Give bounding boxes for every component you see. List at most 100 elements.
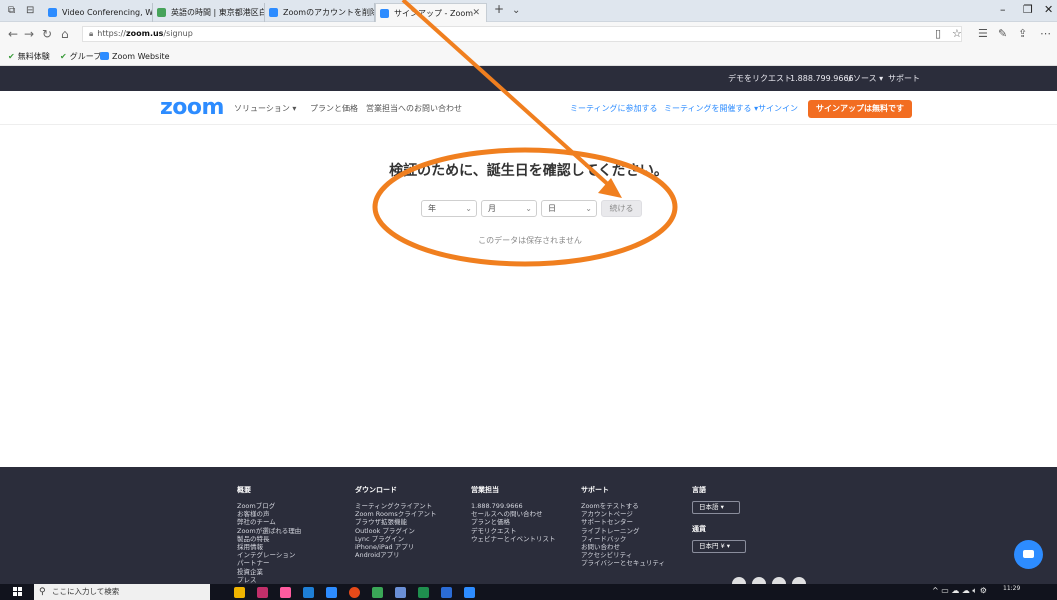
back-icon[interactable]: ← [8,27,18,41]
new-tab-icon[interactable]: + [494,2,504,16]
edge-icon[interactable] [303,587,314,598]
footer-link[interactable]: Lync プラグイン [355,535,436,543]
footer-link[interactable]: Zoomブログ [237,502,301,510]
footer-link[interactable]: 採用情報 [237,543,301,551]
app-icon[interactable] [418,587,429,598]
footer-link[interactable]: ライブトレーニング [581,527,665,535]
resources-menu[interactable]: リソース ▾ [845,73,883,84]
host-meeting-label: ミーティングを開催する [664,104,752,113]
footer-link[interactable]: プランと価格 [471,518,556,526]
taskbar-clock[interactable]: 11:29 [1003,585,1020,592]
pen-icon[interactable]: ✎ [998,27,1007,40]
footer-link[interactable]: プレス [237,576,301,584]
support-link[interactable]: サポート [888,73,920,84]
footer-link[interactable]: アクセシビリティ [581,551,665,559]
system-tray[interactable]: ^ ▭ ☁ ☁ 🔈︎ ⚙ [932,586,987,596]
url-field[interactable]: 🔒︎ https://zoom.us/signup [82,26,962,42]
footer-link[interactable]: 1.888.799.9666 [471,502,556,510]
footer-link[interactable]: ウェビナーとイベントリスト [471,535,556,543]
home-icon[interactable]: ⌂ [61,27,69,41]
tab-list-chevron-icon[interactable]: ⌄ [512,4,520,18]
footer-link[interactable]: ミーティングクライアント [355,502,436,510]
browser-tab-active[interactable]: サインアップ - Zoom ✕ [375,3,487,22]
footer-link[interactable]: ブラウザ拡張機能 [355,518,436,526]
browser-tab-0[interactable]: Video Conferencing, Web C [44,3,153,22]
zoom-top-bar: デモをリクエスト 1.888.799.9666 リソース ▾ サポート [0,66,1057,91]
close-window-icon[interactable]: ✕ [1044,3,1053,16]
drive-icon[interactable] [372,587,383,598]
language-select[interactable]: 日本語 ▾ [692,501,740,514]
taskbar-search-box[interactable]: ⚲ ここに入力して検索 [34,584,210,600]
resources-label: リソース [845,74,877,83]
currency-select[interactable]: 日本円 ¥ ▾ [692,540,746,553]
bookmark-item[interactable]: ✔ グループ [60,51,101,63]
sign-in-link[interactable]: サインイン [758,103,798,114]
windows-start-icon[interactable] [13,587,23,597]
search-icon: ⚲ [39,587,46,597]
chat-support-button[interactable] [1014,540,1043,569]
footer-link[interactable]: Zoomをテストする [581,502,665,510]
social-icon[interactable] [792,577,806,584]
footer-link[interactable]: お問い合わせ [581,543,665,551]
zoom-app-icon[interactable] [464,587,475,598]
footer-link[interactable]: iPhone/iPad アプリ [355,543,436,551]
favorites-list-icon[interactable]: ☰ [978,27,988,40]
minimize-icon[interactable]: – [1000,3,1006,16]
signup-free-button[interactable]: サインアップは無料です [808,100,912,118]
word-icon[interactable] [441,587,452,598]
footer-link[interactable]: Zoomが選ばれる理由 [237,527,301,535]
footer-link[interactable]: Outlook プラグイン [355,527,436,535]
browser-tab-2[interactable]: Zoomのアカウントを削除する方 [265,3,375,22]
footer-link[interactable]: 製品の特長 [237,535,301,543]
favorite-star-icon[interactable]: ☆ [952,27,962,40]
zoom-favicon-icon [380,9,389,18]
footer-link[interactable]: Androidアプリ [355,551,436,559]
social-icon[interactable] [752,577,766,584]
footer-link[interactable]: 投資企業 [237,568,301,576]
footer-link[interactable]: プライバシーとセキュリティ [581,559,665,567]
join-meeting-link[interactable]: ミーティングに参加する [570,103,658,114]
reading-view-icon[interactable]: ▯ [935,27,941,40]
footer-column-about: 概要 Zoomブログ お客様の声 弊社のチーム Zoomが選ばれる理由 製品の特… [237,485,301,584]
zoom-logo[interactable]: zoom [160,96,224,120]
bookmark-item[interactable]: Zoom Website [100,51,170,63]
footer-link[interactable]: 弊社のチーム [237,518,301,526]
footer-link[interactable]: サポートセンター [581,518,665,526]
day-select[interactable]: 日 ⌄ [541,200,597,217]
chrome-icon[interactable] [349,587,360,598]
mail-app-icon[interactable] [257,587,268,598]
close-tab-icon[interactable]: ✕ [472,4,480,22]
footer-link[interactable]: パートナー [237,559,301,567]
footer-link[interactable]: フィードバック [581,535,665,543]
plans-link[interactable]: プランと価格 [310,103,358,114]
footer-link[interactable]: デモリクエスト [471,527,556,535]
year-select[interactable]: 年 ⌄ [421,200,477,217]
continue-button[interactable]: 続ける [601,200,642,217]
tabs-aside-icon[interactable]: ⊟ [26,4,34,18]
app-icon[interactable] [280,587,291,598]
more-icon[interactable]: ⋯ [1040,27,1051,40]
refresh-icon[interactable]: ↻ [42,27,52,41]
edge-active-icon[interactable] [326,587,337,598]
bookmarks-bar: ✔ 無料体験 ✔ グループ Zoom Website [0,48,1057,66]
caret-down-icon: ▾ [720,503,724,511]
lock-icon: 🔒︎ [89,29,94,38]
request-demo-link[interactable]: デモをリクエスト [728,73,792,84]
month-select[interactable]: 月 ⌄ [481,200,537,217]
tab-actions-icon[interactable]: ⧉ [8,4,15,18]
share-icon[interactable]: ⇪ [1018,27,1027,40]
host-meeting-menu[interactable]: ミーティングを開催する ▾ [664,103,758,114]
contact-sales-link[interactable]: 営業担当へのお問い合わせ [366,103,462,114]
solutions-menu[interactable]: ソリューション ▾ [234,103,296,114]
social-icon[interactable] [732,577,746,584]
file-explorer-icon[interactable] [234,587,245,598]
footer-heading: 営業担当 [471,486,499,494]
people-app-icon[interactable] [395,587,406,598]
browser-tab-1[interactable]: 英語の時間 | 東京都港区白 [153,3,265,22]
bookmark-item[interactable]: ✔ 無料体験 [8,51,50,63]
footer-link[interactable]: インテグレーション [237,551,301,559]
social-icon[interactable] [772,577,786,584]
restore-icon[interactable]: ❐ [1023,3,1033,16]
address-bar-row: ← → ↻ ⌂ 🔒︎ https://zoom.us/signup ▯ ☆ ☰ ✎… [0,22,1057,48]
forward-icon[interactable]: → [24,27,34,41]
